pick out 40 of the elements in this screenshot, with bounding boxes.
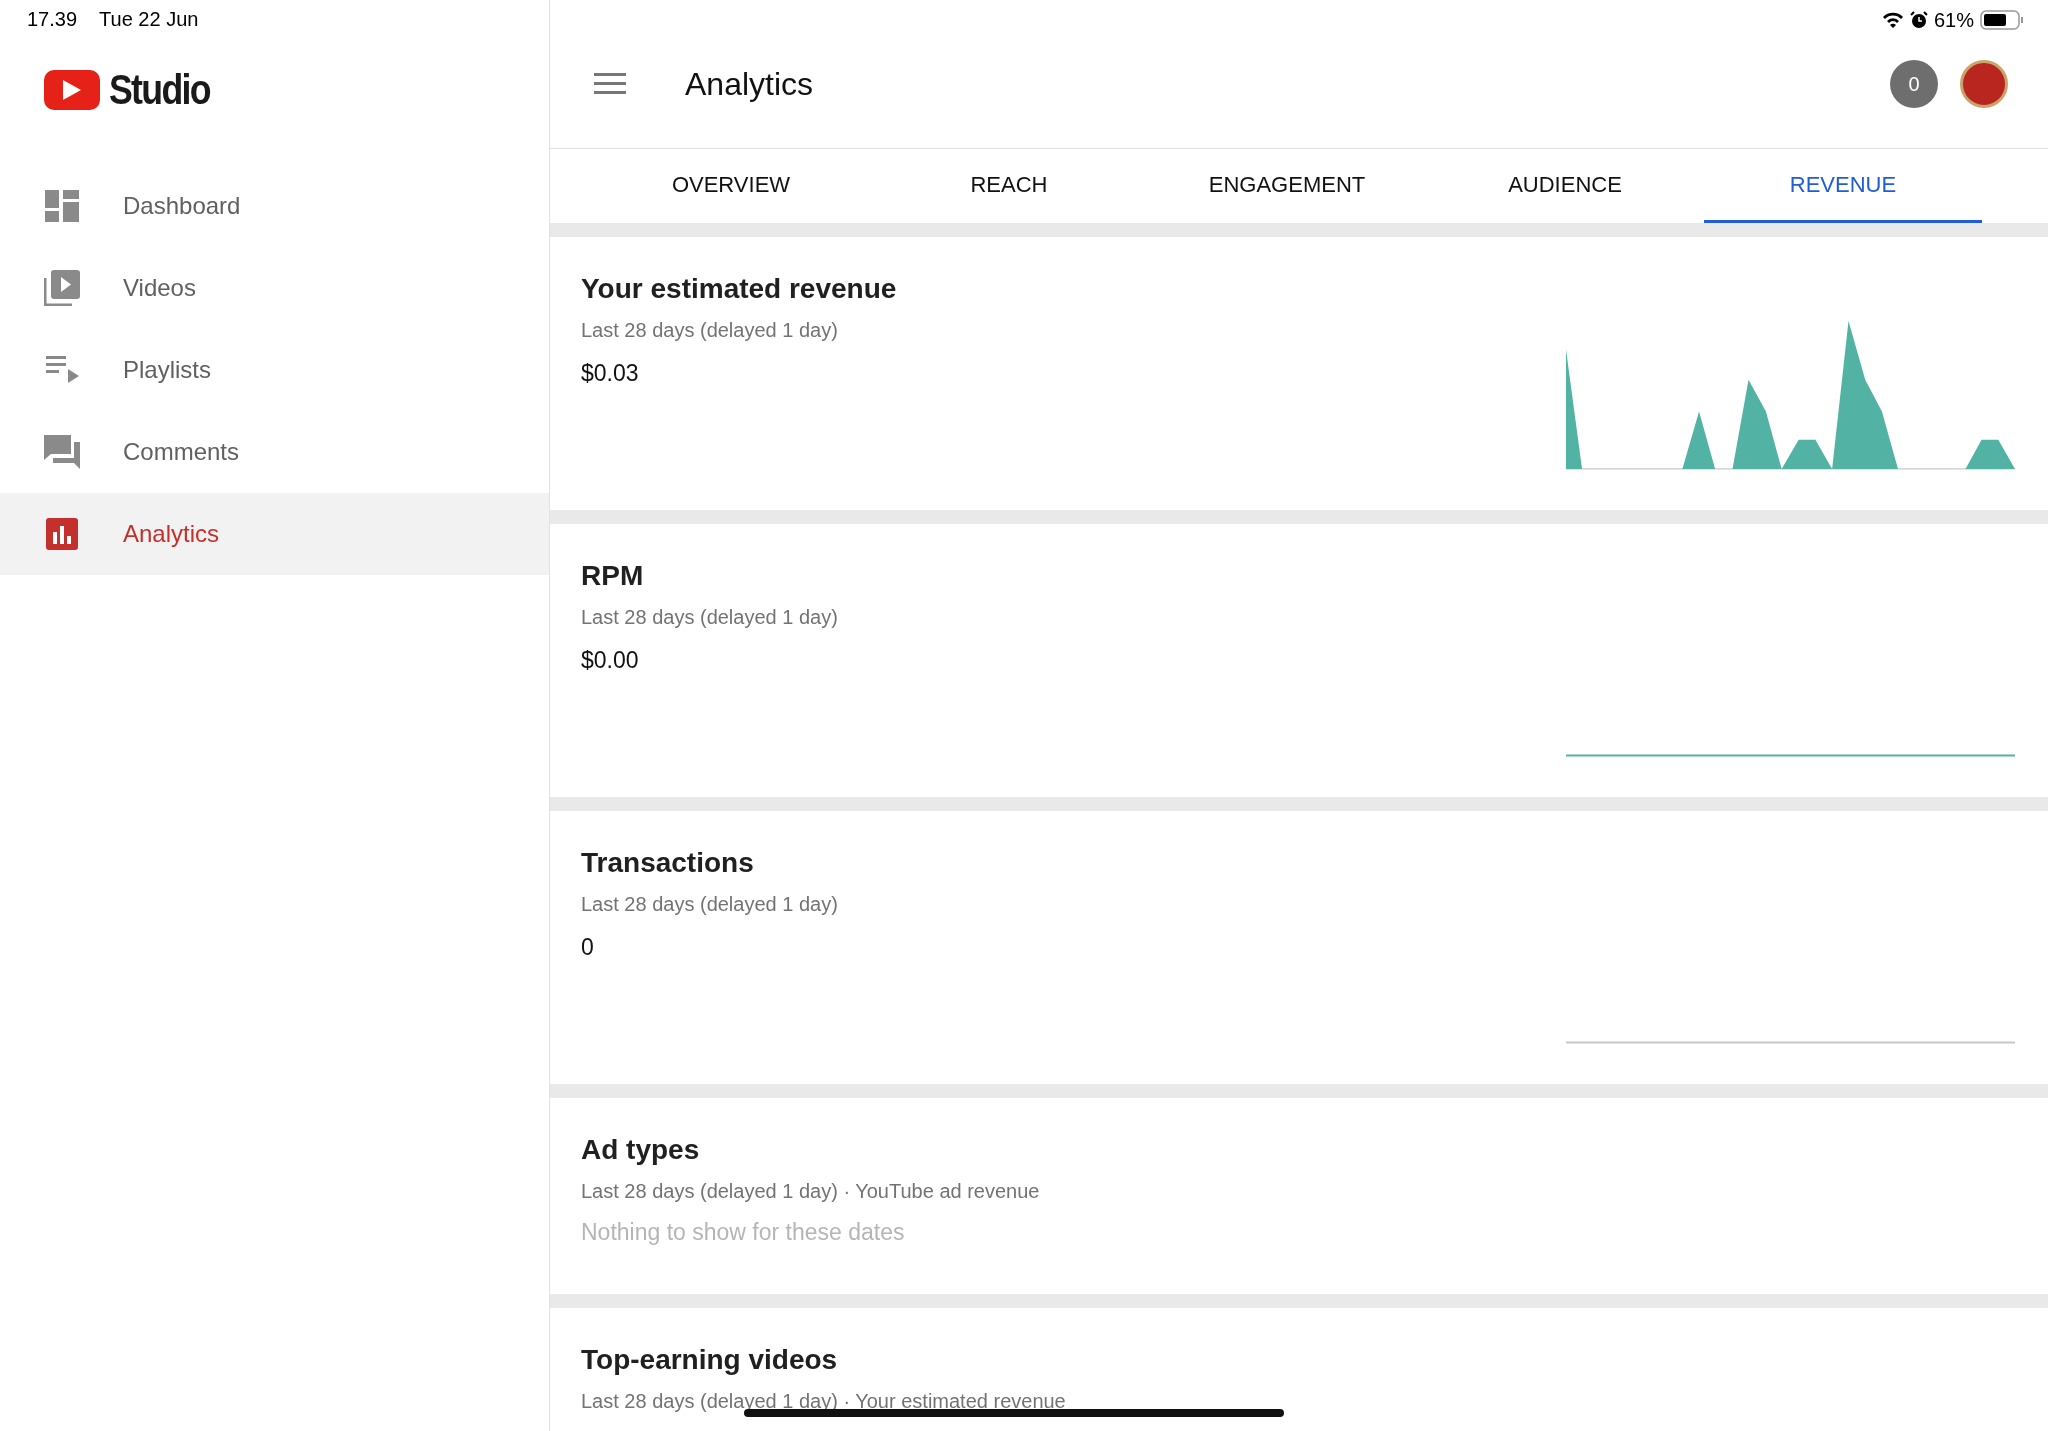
empty-message: Nothing to show for these dates: [581, 1219, 906, 1246]
sidebar-item[interactable]: Analytics: [0, 493, 549, 575]
card-subtitle: Last 28 days (delayed 1 day) · YouTube ad revenue: [581, 1180, 1041, 1203]
metric-value: $0.03: [581, 360, 640, 387]
metric-value: 0: [581, 934, 595, 961]
alarm-clock-icon: [1909, 11, 1928, 29]
dashboard-icon: [44, 190, 80, 222]
status-time: 17.39: [27, 8, 78, 32]
card-title: Your estimated revenue: [581, 273, 898, 305]
menu-button[interactable]: [594, 73, 626, 95]
sidebar-item[interactable]: Playlists: [0, 329, 549, 411]
tab[interactable]: ENGAGEMENT: [1148, 149, 1426, 223]
sidebar-item[interactable]: Dashboard: [0, 165, 549, 247]
metric-value: $0.00: [581, 647, 640, 674]
sidebar-item[interactable]: Videos: [0, 247, 549, 329]
play-logo-icon: [44, 70, 100, 110]
card-title: Ad types: [581, 1134, 701, 1166]
tab[interactable]: OVERVIEW: [592, 149, 870, 223]
notification-count[interactable]: 0: [1890, 60, 1938, 108]
logo-text: Studio: [109, 66, 210, 114]
status-date: Tue 22 Jun: [99, 8, 199, 32]
card-title: Transactions: [581, 847, 755, 879]
card-title: RPM: [581, 560, 645, 592]
bar-chart-icon: [46, 518, 78, 550]
tab[interactable]: REVENUE: [1704, 149, 1982, 223]
card-title: Top-earning videos: [581, 1344, 839, 1376]
video-stack-icon: [44, 270, 80, 306]
comments-icon: [44, 435, 80, 469]
tab[interactable]: AUDIENCE: [1426, 149, 1704, 223]
avatar-icon[interactable]: [1960, 60, 2008, 108]
battery-icon: [1980, 10, 2024, 30]
card-subtitle: Last 28 days (delayed 1 day): [581, 893, 839, 916]
tab[interactable]: REACH: [870, 149, 1148, 223]
sidebar-item[interactable]: Comments: [0, 411, 549, 493]
page-title: Analytics: [685, 65, 815, 103]
card-subtitle: Last 28 days (delayed 1 day): [581, 319, 839, 342]
playlist-icon: [44, 356, 80, 384]
wifi-icon: [1881, 12, 1904, 28]
battery-percent: 61%: [1933, 8, 1974, 32]
card-subtitle: Last 28 days (delayed 1 day): [581, 606, 839, 629]
